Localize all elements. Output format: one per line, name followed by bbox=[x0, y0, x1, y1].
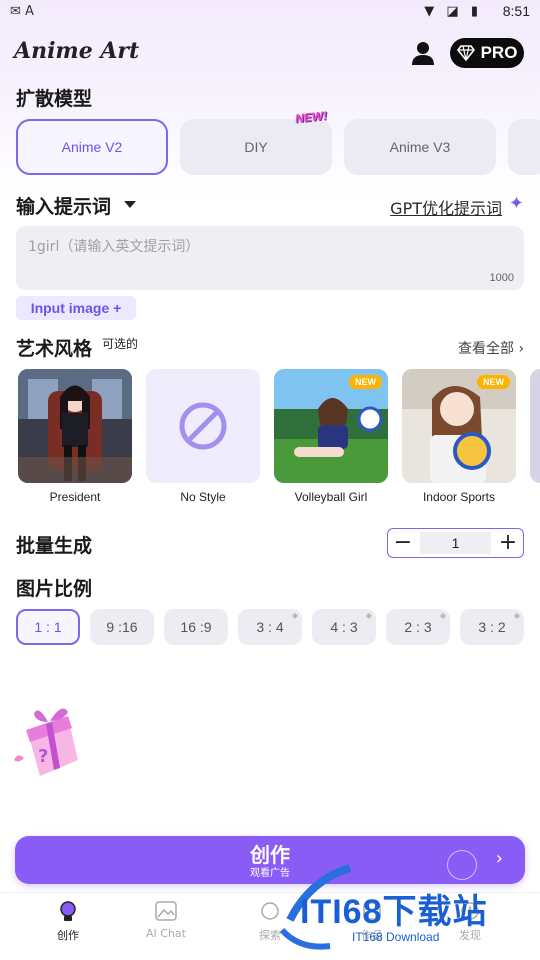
gift-box-icon[interactable]: ? bbox=[12, 700, 88, 780]
ratio-label: 1 : 1 bbox=[34, 619, 62, 635]
input-image-button[interactable]: Input image + bbox=[16, 296, 136, 320]
model-label: DIY bbox=[244, 139, 268, 155]
premium-diamond-icon: ◆ bbox=[513, 611, 520, 620]
optional-label: 可选的 bbox=[102, 337, 139, 351]
nav-item-ai-chat[interactable]: AI Chat bbox=[126, 901, 206, 940]
premium-diamond-icon: ◆ bbox=[439, 611, 446, 620]
model-card-partial[interactable] bbox=[508, 119, 540, 175]
status-bar: ✉ A ▼ ◪ ▮ 8:51 bbox=[0, 0, 540, 26]
ratio-label: 3 : 4 bbox=[256, 619, 284, 635]
gpt-optimize-link[interactable]: GPT优化提示词 bbox=[390, 195, 502, 219]
status-left-icons: ✉ A bbox=[10, 4, 34, 19]
quantity-value[interactable]: 1 bbox=[420, 532, 491, 554]
status-right-icons: ▼ ◪ ▮ bbox=[424, 4, 482, 19]
batch-section-title: 批量生成 bbox=[16, 535, 93, 557]
no-style-icon bbox=[179, 402, 227, 450]
ratio-chip-3-4[interactable]: 3 : 4 ◆ bbox=[238, 609, 302, 645]
prompt-section-title: 输入提示词 bbox=[16, 196, 112, 218]
style-card-no-style[interactable] bbox=[146, 369, 260, 483]
pro-label: PRO bbox=[480, 43, 518, 62]
style-card-indoor-sports[interactable]: NEW bbox=[402, 369, 516, 483]
image-icon bbox=[126, 901, 206, 927]
ratio-section-title: 图片比例 bbox=[16, 578, 93, 600]
plus-button[interactable]: + bbox=[493, 530, 523, 556]
nav-label: 创作 bbox=[57, 929, 79, 942]
model-card-diy[interactable]: DIY bbox=[180, 119, 332, 175]
ratio-label: 9 :16 bbox=[106, 619, 138, 635]
model-card-anime-v3[interactable]: Anime V3 bbox=[344, 119, 496, 175]
style-label: President bbox=[49, 490, 101, 504]
style-label: No Style bbox=[180, 490, 226, 504]
app-title: Anime Art bbox=[14, 38, 140, 64]
ratio-chip-1-1[interactable]: 1 : 1 bbox=[16, 609, 80, 645]
prompt-placeholder: 1girl（请输入英文提示词） bbox=[28, 239, 200, 255]
ratio-label: 3 : 2 bbox=[478, 619, 506, 635]
model-section-title: 扩散模型 bbox=[16, 88, 93, 110]
new-badge-small: NEW bbox=[477, 375, 510, 389]
model-label: Anime V2 bbox=[61, 139, 123, 155]
bulb-icon bbox=[28, 901, 108, 927]
sparkle-icon: ✦ bbox=[508, 193, 524, 214]
model-label: Anime V3 bbox=[389, 139, 451, 155]
view-all-label: 查看全部 bbox=[458, 341, 514, 357]
dropdown-icon[interactable] bbox=[122, 196, 138, 215]
ratio-chip-2-3[interactable]: 2 : 3 ◆ bbox=[386, 609, 450, 645]
watermark-text: ITI68下载站 bbox=[300, 893, 488, 931]
style-section-title: 艺术风格 bbox=[16, 338, 93, 360]
ratio-chip-16-9[interactable]: 16 :9 bbox=[164, 609, 228, 645]
style-card-partial[interactable] bbox=[530, 369, 540, 483]
status-time: 8:51 bbox=[502, 3, 530, 19]
ratio-chip-4-3[interactable]: 4 : 3 ◆ bbox=[312, 609, 376, 645]
quantity-stepper: − 1 + bbox=[387, 528, 524, 558]
premium-diamond-icon: ◆ bbox=[365, 611, 372, 620]
view-all-link[interactable]: 查看全部 › bbox=[458, 338, 524, 358]
nav-item-create[interactable]: 创作 bbox=[28, 901, 108, 943]
prompt-input[interactable]: 1girl（请输入英文提示词） 1000 bbox=[16, 226, 524, 290]
nav-label: AI Chat bbox=[146, 927, 186, 940]
president-thumbnail bbox=[18, 369, 132, 483]
watermark-subtext: IT168 Download bbox=[352, 930, 440, 944]
premium-diamond-icon: ◆ bbox=[291, 611, 298, 620]
user-icon[interactable] bbox=[410, 40, 436, 66]
prompt-char-limit: 1000 bbox=[489, 272, 514, 284]
ratio-label: 16 :9 bbox=[180, 619, 212, 635]
ratio-chip-9-16[interactable]: 9 :16 bbox=[90, 609, 154, 645]
style-label: Volleyball Girl bbox=[294, 490, 368, 504]
svg-text:?: ? bbox=[38, 746, 48, 767]
model-card-anime-v2[interactable]: Anime V2 bbox=[16, 119, 168, 175]
style-label: Indoor Sports bbox=[422, 490, 496, 504]
ratio-label: 4 : 3 bbox=[330, 619, 358, 635]
style-card-president[interactable] bbox=[18, 369, 132, 483]
ratio-chip-3-2[interactable]: 3 : 2 ◆ bbox=[460, 609, 524, 645]
new-badge-small: NEW bbox=[349, 375, 382, 389]
diamond-icon bbox=[456, 45, 475, 61]
pro-button[interactable]: PRO bbox=[450, 38, 524, 68]
minus-button[interactable]: − bbox=[388, 530, 418, 556]
ratio-label: 2 : 3 bbox=[404, 619, 432, 635]
style-card-volleyball-girl[interactable]: NEW bbox=[274, 369, 388, 483]
chevron-right-icon: › bbox=[518, 341, 525, 357]
